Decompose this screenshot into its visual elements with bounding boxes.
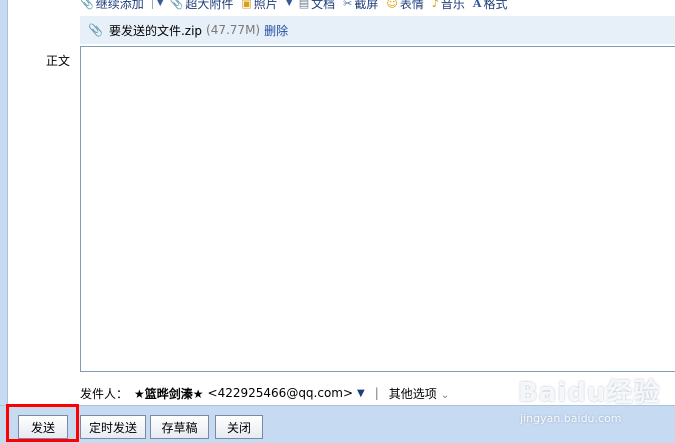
sender-email: <422925466@qq.com> (207, 386, 354, 400)
save-draft-button[interactable]: 存草稿 (150, 415, 209, 439)
send-button[interactable]: 发送 (18, 415, 68, 439)
footer-action-bar: 发送 定时发送 存草稿 关闭 (0, 405, 675, 443)
photo-icon: ▣ (241, 0, 252, 10)
sender-dropdown-arrow-icon[interactable]: ▼ (357, 388, 365, 399)
other-options-link[interactable]: 其他选项 ⌄ (389, 385, 449, 402)
paperclip-icon: 📎 (80, 0, 94, 10)
large-attachment-label: 超大附件 (185, 0, 234, 11)
document-icon: ▤ (298, 0, 310, 10)
paperclip-icon: 📎 (169, 0, 184, 10)
photo-label: 照片 (253, 0, 278, 11)
format-button[interactable]: A 格式 (473, 0, 508, 11)
document-label: 文档 (311, 0, 336, 11)
chevron-double-down-icon: ⌄ (440, 389, 450, 401)
other-options-label: 其他选项 (388, 386, 437, 401)
attachment-list: 📎 要发送的文件.zip (47.77M) 删除 (80, 16, 675, 44)
format-icon: A (472, 0, 482, 10)
photo-button[interactable]: ▣ 照片 (241, 0, 277, 11)
emoji-label: 表情 (399, 0, 424, 11)
sender-separator: | (374, 386, 379, 400)
add-more-attachment-button[interactable]: 📎 继续添加 (80, 0, 144, 11)
smiley-icon: ☺ (386, 0, 398, 10)
music-icon: ♪ (431, 0, 439, 10)
screenshot-icon: ✂ (343, 0, 353, 10)
timed-send-button[interactable]: 定时发送 (80, 415, 146, 439)
sender-name: ★篮晔剑溱★ (134, 386, 204, 401)
add-more-dropdown-arrow-icon[interactable]: ▼ (157, 0, 164, 8)
sender-label: 发件人： (80, 386, 129, 401)
delete-attachment-link[interactable]: 删除 (264, 22, 288, 39)
screenshot-button[interactable]: ✂ 截屏 (343, 0, 378, 11)
add-more-label: 继续添加 (95, 0, 144, 11)
attachment-filename: 要发送的文件.zip (108, 23, 203, 38)
large-attachment-button[interactable]: 📎 超大附件 (170, 0, 234, 11)
close-button[interactable]: 关闭 (215, 415, 263, 439)
photo-dropdown-arrow-icon[interactable]: ▼ (286, 0, 293, 8)
emoji-button[interactable]: ☺ 表情 (386, 0, 423, 11)
left-frame-strip (0, 0, 8, 405)
body-label: 正文 (46, 54, 71, 68)
music-button[interactable]: ♪ 音乐 (432, 0, 465, 11)
compose-toolbar: 📎 继续添加 ▼ 📎 超大附件 ▣ 照片 ▼ ▤ 文档 ✂ 截屏 ☺ 表情 ♪ … (80, 0, 675, 11)
attachment-size: (47.77M) (206, 23, 261, 37)
screenshot-label: 截屏 (354, 0, 379, 11)
sender-row: 发件人： ★篮晔剑溱★ <422925466@qq.com> ▼ | 其他选项 ⌄ (80, 384, 675, 402)
message-body-editor[interactable] (80, 46, 675, 372)
paperclip-icon: 📎 (88, 23, 103, 37)
format-label: 格式 (483, 0, 508, 11)
music-label: 音乐 (440, 0, 465, 11)
toolbar-divider (151, 0, 153, 9)
document-button[interactable]: ▤ 文档 (299, 0, 335, 11)
